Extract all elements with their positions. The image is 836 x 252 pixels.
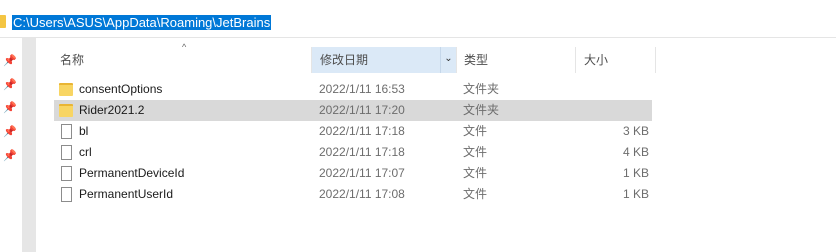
pin-icon[interactable]: 📌 [3, 78, 17, 92]
file-date: 2022/1/11 17:07 [319, 166, 405, 180]
file-date: 2022/1/11 17:20 [319, 103, 405, 117]
file-icon [61, 187, 72, 202]
list-item[interactable]: bl 2022/1/11 17:18 文件 3 KB [54, 121, 652, 142]
column-header-name[interactable]: 名称 [52, 47, 312, 73]
file-name: PermanentUserId [79, 187, 174, 201]
pin-icon[interactable]: 📌 [3, 125, 17, 139]
column-header-size[interactable]: 大小 [576, 47, 656, 73]
file-type: 文件 [463, 124, 488, 138]
folder-icon [59, 83, 73, 96]
file-date: 2022/1/11 17:18 [319, 145, 405, 159]
file-date: 2022/1/11 16:53 [319, 82, 405, 96]
column-header-date-label: 修改日期 [320, 53, 369, 67]
file-size: 1 KB [622, 187, 649, 201]
file-name: crl [79, 145, 92, 159]
file-name: PermanentDeviceId [79, 166, 185, 180]
chevron-down-icon[interactable]: ⌄ [440, 47, 456, 73]
file-type: 文件夹 [463, 82, 500, 96]
file-size: 1 KB [622, 166, 649, 180]
pin-icon[interactable]: 📌 [3, 101, 17, 115]
address-bar: C:\Users\ASUS\AppData\Roaming\JetBrains [0, 0, 836, 38]
folder-icon [59, 104, 73, 117]
nav-scrollbar[interactable] [22, 38, 36, 252]
file-type: 文件 [463, 145, 488, 159]
column-divider[interactable] [655, 47, 656, 73]
file-name: bl [79, 124, 89, 138]
column-header-row: ^ 名称 修改日期 ⌄ 类型 大小 [36, 38, 836, 73]
file-size: 3 KB [622, 124, 649, 138]
file-type: 文件 [463, 166, 488, 180]
file-date: 2022/1/11 17:08 [319, 187, 405, 201]
file-date: 2022/1/11 17:18 [319, 124, 405, 138]
pin-icon[interactable]: 📌 [3, 149, 17, 163]
file-icon [61, 145, 72, 160]
list-item[interactable]: PermanentDeviceId 2022/1/11 17:07 文件 1 K… [54, 163, 652, 184]
list-item-selected[interactable]: Rider2021.2 2022/1/11 17:20 文件夹 [54, 100, 652, 121]
list-item[interactable]: crl 2022/1/11 17:18 文件 4 KB [54, 142, 652, 163]
file-size: 4 KB [622, 145, 649, 159]
address-path-text: C:\Users\ASUS\AppData\Roaming\JetBrains [12, 15, 272, 30]
address-input[interactable]: C:\Users\ASUS\AppData\Roaming\JetBrains [10, 14, 273, 32]
pin-icon[interactable]: 📌 [3, 54, 17, 68]
file-icon [61, 124, 72, 139]
column-header-type[interactable]: 类型 [456, 47, 576, 73]
list-item[interactable]: PermanentUserId 2022/1/11 17:08 文件 1 KB [54, 184, 652, 205]
folder-icon [0, 15, 6, 28]
file-type: 文件 [463, 187, 488, 201]
file-name: consentOptions [79, 82, 163, 96]
list-item[interactable]: consentOptions 2022/1/11 16:53 文件夹 [54, 79, 652, 100]
file-name: Rider2021.2 [79, 103, 145, 117]
column-header-date[interactable]: 修改日期 ⌄ [312, 47, 456, 73]
file-icon [61, 166, 72, 181]
file-type: 文件夹 [463, 103, 500, 117]
navigation-pane: 📌 📌 📌 📌 📌 [0, 38, 36, 252]
